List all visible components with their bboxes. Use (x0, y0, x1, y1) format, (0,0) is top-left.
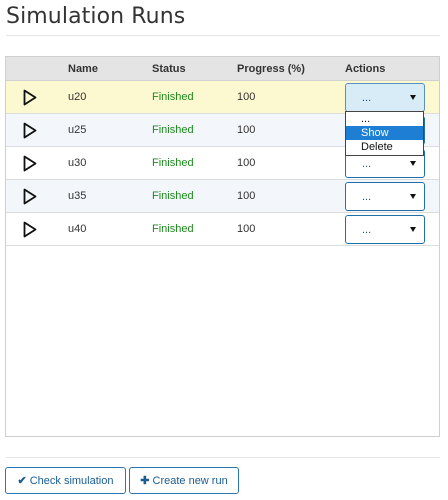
run-progress: 100 (237, 223, 256, 235)
run-status: Finished (152, 91, 194, 103)
run-name: u40 (68, 223, 87, 235)
actions-select-value: ... (362, 158, 372, 170)
header-name[interactable]: Name (68, 63, 98, 75)
run-name: u25 (68, 124, 87, 136)
check-simulation-label: Check simulation (29, 474, 114, 487)
run-status: Finished (152, 124, 194, 136)
dropdown-option-delete[interactable]: Delete (346, 140, 423, 154)
run-status: Finished (152, 223, 194, 235)
run-name: u35 (68, 190, 87, 202)
dropdown-option-show[interactable]: Show (346, 126, 423, 140)
header-progress[interactable]: Progress (%) (237, 63, 305, 75)
run-name: u30 (68, 157, 87, 169)
actions-select-value: ... (362, 224, 372, 236)
play-icon[interactable] (23, 188, 37, 205)
play-icon[interactable] (23, 122, 37, 139)
actions-select[interactable]: ... (345, 182, 425, 211)
footer-divider (6, 457, 440, 458)
run-status: Finished (152, 190, 194, 202)
chevron-down-icon (410, 161, 416, 166)
header-actions[interactable]: Actions (345, 63, 385, 75)
create-new-run-label: Create new run (152, 474, 228, 487)
run-progress: 100 (237, 157, 256, 169)
plus-icon: ✚ (140, 475, 150, 487)
chevron-down-icon (410, 194, 416, 199)
title-divider (6, 35, 440, 36)
actions-select-value: ... (362, 191, 372, 203)
run-progress: 100 (237, 190, 256, 202)
check-simulation-button[interactable]: ✔ Check simulation (5, 467, 126, 494)
actions-dropdown-list: ... Show Delete (345, 111, 424, 156)
play-icon[interactable] (23, 221, 37, 238)
page: Simulation Runs Name Status Progress (%)… (0, 0, 448, 500)
header-status[interactable]: Status (152, 63, 186, 75)
actions-select-value: ... (362, 92, 372, 104)
table-row[interactable]: u35 Finished 100 ... (6, 180, 439, 213)
run-status: Finished (152, 157, 194, 169)
table-header: Name Status Progress (%) Actions (6, 57, 439, 81)
page-title: Simulation Runs (6, 4, 186, 29)
play-icon[interactable] (23, 89, 37, 106)
check-icon: ✔ (17, 475, 27, 487)
table-row[interactable]: u40 Finished 100 ... (6, 213, 439, 246)
chevron-down-icon (410, 227, 416, 232)
actions-select[interactable]: ... (345, 215, 425, 244)
run-progress: 100 (237, 91, 256, 103)
actions-select[interactable]: ... (345, 83, 425, 112)
chevron-down-icon (410, 95, 416, 100)
play-icon[interactable] (23, 155, 37, 172)
run-name: u20 (68, 91, 87, 103)
dropdown-option-placeholder[interactable]: ... (346, 112, 423, 126)
create-new-run-button[interactable]: ✚ Create new run (129, 467, 239, 494)
table-row[interactable]: u20 Finished 100 ... (6, 81, 439, 114)
run-progress: 100 (237, 124, 256, 136)
